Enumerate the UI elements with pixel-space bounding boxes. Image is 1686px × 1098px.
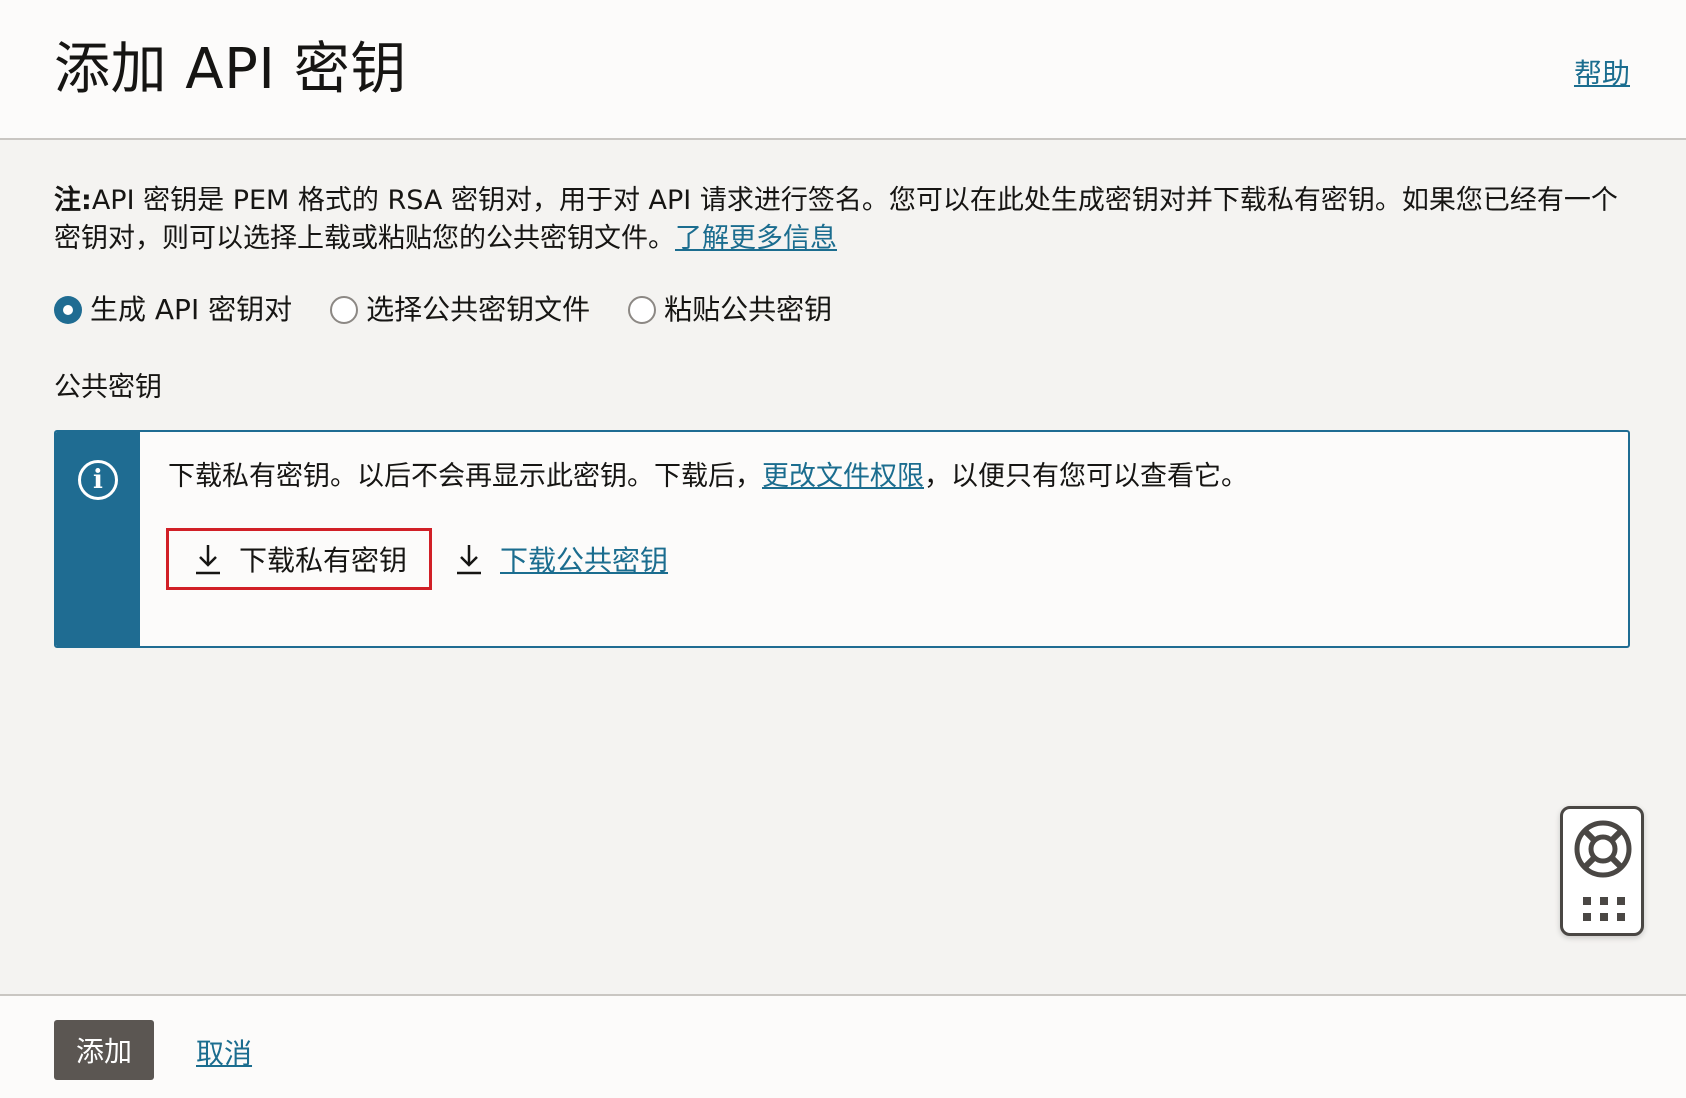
radio-button-checked[interactable]	[54, 296, 82, 324]
help-center-widget[interactable]	[1560, 806, 1644, 936]
cancel-link[interactable]: 取消	[196, 1032, 252, 1072]
download-public-key-link[interactable]: 下载公共密钥	[500, 539, 668, 579]
help-link[interactable]: 帮助	[1574, 52, 1630, 92]
download-icon	[196, 545, 220, 575]
panel-header: 添加 API 密钥 帮助	[0, 0, 1686, 140]
radio-generate-key-pair[interactable]: 生成 API 密钥对	[54, 292, 292, 328]
radio-paste-public-key[interactable]: 粘贴公共密钥	[628, 292, 832, 328]
lifebuoy-icon	[1574, 820, 1632, 878]
radio-label: 选择公共密钥文件	[366, 293, 591, 326]
radio-label: 粘贴公共密钥	[664, 293, 833, 326]
radio-label: 生成 API 密钥对	[90, 293, 293, 326]
radio-choose-public-key-file[interactable]: 选择公共密钥文件	[330, 292, 590, 328]
download-icon	[457, 545, 481, 575]
add-button[interactable]: 添加	[54, 1020, 154, 1080]
radio-button[interactable]	[628, 296, 657, 324]
radio-button[interactable]	[330, 296, 359, 324]
note-text: 注:API 密钥是 PEM 格式的 RSA 密钥对，用于对 API 请求进行签名…	[54, 182, 1634, 258]
info-text-before: 下载私有密钥。以后不会再显示此密钥。下载后，	[168, 461, 762, 492]
note-prefix: 注:	[54, 185, 92, 216]
page-title: 添加 API 密钥	[54, 37, 407, 102]
info-message-box: i 下载私有密钥。以后不会再显示此密钥。下载后，更改文件权限，以便只有您可以查看…	[54, 430, 1630, 648]
info-circle-icon: i	[78, 460, 118, 500]
grid-menu-icon	[1583, 897, 1625, 921]
info-sidebar: i	[56, 432, 140, 646]
info-text-after: ，以便只有您可以查看它。	[924, 461, 1248, 492]
download-public-key-button[interactable]: 下载公共密钥	[454, 528, 668, 590]
change-file-permissions-link[interactable]: 更改文件权限	[762, 461, 924, 492]
public-key-section-label: 公共密钥	[54, 372, 162, 403]
info-message: 下载私有密钥。以后不会再显示此密钥。下载后，更改文件权限，以便只有您可以查看它。	[168, 458, 1248, 496]
key-source-radio-group: 生成 API 密钥对 选择公共密钥文件 粘贴公共密钥	[54, 292, 870, 328]
panel-footer: 添加 取消	[0, 994, 1686, 1098]
panel-body: 注:API 密钥是 PEM 格式的 RSA 密钥对，用于对 API 请求进行签名…	[0, 142, 1686, 994]
download-private-key-label: 下载私有密钥	[239, 544, 408, 577]
add-api-key-panel: 添加 API 密钥 帮助 注:API 密钥是 PEM 格式的 RSA 密钥对，用…	[0, 0, 1686, 1098]
download-private-key-button[interactable]: 下载私有密钥	[166, 528, 432, 590]
learn-more-link[interactable]: 了解更多信息	[675, 223, 837, 254]
